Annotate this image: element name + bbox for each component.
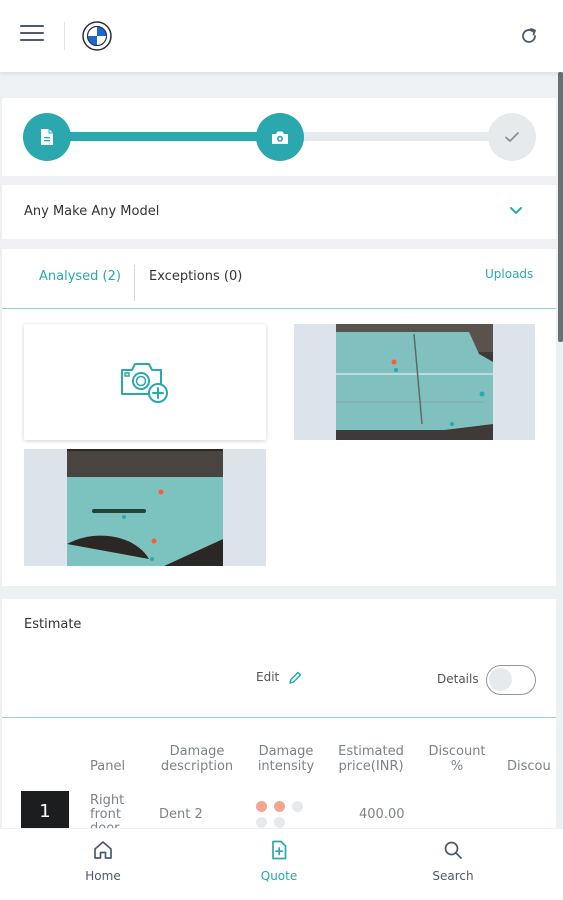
tab-analysed[interactable]: Analysed (2) xyxy=(39,269,121,284)
nav-home-label: Home xyxy=(85,869,121,883)
details-toggle[interactable] xyxy=(486,665,536,695)
toggle-knob xyxy=(489,668,512,691)
header-divider xyxy=(64,22,65,50)
make-model-dropdown[interactable]: Any Make Any Model xyxy=(2,185,556,239)
camera-add-icon xyxy=(121,363,168,403)
nav-search-label: Search xyxy=(432,869,474,883)
intensity-dot xyxy=(256,801,267,812)
estimated-price: 400.00 xyxy=(359,807,405,822)
chevron-down-icon[interactable] xyxy=(508,204,524,216)
hamburger-icon[interactable] xyxy=(20,25,44,45)
quote-icon xyxy=(272,840,287,860)
bmw-logo xyxy=(82,21,112,51)
estimate-title: Estimate xyxy=(24,617,82,632)
intensity-dot xyxy=(274,817,285,828)
add-photo-button[interactable] xyxy=(24,324,266,440)
intensity-dot xyxy=(274,801,285,812)
tab-underline xyxy=(2,308,556,309)
intensity-dot xyxy=(292,801,303,812)
column-header: Damage intensity xyxy=(257,744,315,774)
row-index: 1 xyxy=(39,800,51,822)
photo-gallery: Analysed (2) Exceptions (0) Uploads xyxy=(2,249,556,586)
nav-home[interactable]: Home xyxy=(63,839,143,884)
panel-name: Right front door xyxy=(90,794,125,828)
damage-description: Dent 2 xyxy=(159,807,203,822)
tab-exceptions[interactable]: Exceptions (0) xyxy=(149,269,242,284)
progress-stepper xyxy=(2,98,556,176)
make-model-value: Any Make Any Model xyxy=(24,204,160,219)
column-header: Discou xyxy=(507,759,551,774)
car-door-photo xyxy=(24,449,266,566)
damage-intensity xyxy=(256,801,308,831)
document-icon xyxy=(41,129,53,145)
pencil-icon[interactable] xyxy=(287,670,303,686)
damage-photo-thumbnail[interactable] xyxy=(294,324,535,440)
damage-photo-thumbnail[interactable] xyxy=(24,449,266,566)
intensity-dot xyxy=(256,817,267,828)
app-bar xyxy=(0,0,563,72)
step-document[interactable] xyxy=(23,113,71,161)
tab-separator xyxy=(134,265,135,301)
column-header: Estimated price(INR) xyxy=(338,744,404,774)
camera-icon xyxy=(272,131,288,144)
bottom-navigation: Home Quote Search xyxy=(0,828,563,900)
home-icon xyxy=(94,841,112,859)
panel-thumbnail[interactable]: 1 xyxy=(21,791,69,831)
step-photos[interactable] xyxy=(256,113,304,161)
stepper-track-fill xyxy=(50,132,280,141)
edit-button[interactable]: Edit xyxy=(256,670,279,684)
nav-search[interactable]: Search xyxy=(413,839,493,884)
refresh-icon[interactable] xyxy=(518,25,540,47)
nav-quote[interactable]: Quote xyxy=(239,839,319,884)
column-header: Panel xyxy=(90,759,126,774)
column-header: Damage description xyxy=(160,744,234,774)
uploads-link[interactable]: Uploads xyxy=(485,267,533,281)
nav-quote-label: Quote xyxy=(260,869,298,883)
page-scrollbar[interactable] xyxy=(558,72,563,342)
check-icon xyxy=(505,132,519,142)
details-label: Details xyxy=(437,672,479,686)
column-header: Discount % xyxy=(428,744,486,774)
search-icon xyxy=(444,841,462,859)
step-complete[interactable] xyxy=(488,113,536,161)
estimate-divider xyxy=(2,717,556,718)
estimate-section: Estimate Edit Details Panel Damage descr… xyxy=(2,599,556,831)
car-door-photo xyxy=(294,324,535,440)
